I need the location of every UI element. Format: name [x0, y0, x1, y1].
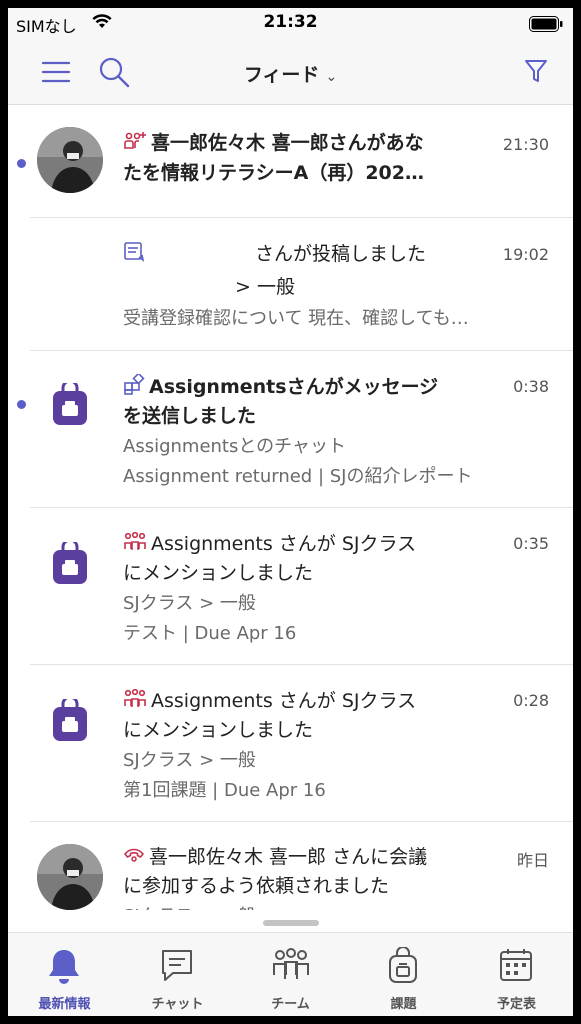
feed-title-dropdown[interactable]: フィード ⌄: [8, 60, 573, 87]
feed-item[interactable]: さんが投稿しました > 一般 受講登録確認について 現在、確認しても… 19:0…: [8, 218, 573, 351]
feed-item-title-cont: にメンションしました: [123, 719, 314, 741]
feed-item-preview: 第1回課題 | Due Apr 16: [123, 780, 326, 801]
assignments-app-icon: [52, 538, 88, 584]
app-frame: SIMなし 21:32 フィード ⌄ 喜一郎佐々木 喜一郎さんがあな たを情報リ…: [8, 8, 573, 1016]
battery-icon: [529, 16, 563, 36]
feed-item-time: 昨日: [516, 851, 549, 870]
tab-label: チーム: [271, 997, 310, 1012]
teams-icon: [273, 948, 309, 979]
feed-item[interactable]: Assignments さんが SJクラス にメンションしました SJクラス >…: [8, 665, 573, 822]
feed-item[interactable]: 喜一郎佐々木 喜一郎 さんに会議 に参加するよう依頼されました SJクラス > …: [8, 822, 573, 910]
feed-item-title: Assignments さんが SJクラス: [123, 686, 416, 714]
feed-item-title: Assignments さんが SJクラス: [123, 529, 416, 557]
feed-item-title-cont: たを情報リテラシーA（再）202…: [123, 162, 424, 184]
assignments-app-icon: [52, 379, 88, 425]
unread-dot: [17, 159, 26, 168]
tab-teams[interactable]: チーム: [234, 933, 347, 1016]
feed-item-time: 19:02: [502, 245, 549, 264]
feed-item[interactable]: 喜一郎佐々木 喜一郎さんがあな たを情報リテラシーA（再）202… 21:30: [8, 105, 573, 218]
filter-icon[interactable]: [518, 54, 554, 90]
drag-handle[interactable]: [263, 920, 319, 926]
feed-item-title: Assignmentsさんがメッセージ: [123, 372, 438, 401]
feed-item-time: 0:38: [513, 377, 549, 396]
feed-item-channel: > 一般: [235, 276, 295, 298]
team-mention-icon: [123, 131, 147, 156]
tab-label: 予定表: [496, 997, 536, 1012]
team-mention-icon: [123, 688, 147, 714]
tab-activity[interactable]: 最新情報: [8, 933, 121, 1016]
tab-bar: 最新情報 チャット チーム 課題 予定表: [8, 932, 573, 1016]
tab-label: 課題: [390, 997, 417, 1012]
feed-item-channel: SJクラス > 一般: [123, 593, 256, 614]
avatar: [37, 844, 103, 910]
feed-item-title: さんが投稿しました: [123, 239, 426, 268]
calendar-icon: [500, 949, 532, 981]
tab-assignments[interactable]: 課題: [347, 933, 460, 1016]
feed-item-time: 0:35: [513, 534, 549, 553]
feed-header: フィード ⌄: [8, 40, 573, 105]
feed-item-preview: Assignment returned | SJの紹介レポート: [123, 466, 473, 487]
feed-item[interactable]: Assignments さんが SJクラス にメンションしました SJクラス >…: [8, 508, 573, 665]
assignments-app-icon: [52, 695, 88, 741]
tab-label: 最新情報: [38, 997, 91, 1012]
team-mention-icon: [123, 531, 147, 557]
feed-item-source: Assignmentsとのチャット: [123, 436, 346, 457]
status-time: 21:32: [263, 12, 318, 32]
feed-item-title-cont: にメンションしました: [123, 562, 314, 584]
tab-label: チャット: [151, 997, 204, 1012]
feed-item-title-cont: を送信しました: [123, 405, 257, 427]
feed-item-title: 喜一郎佐々木 喜一郎 さんに会議: [123, 842, 427, 869]
feed-item-preview: テスト | Due Apr 16: [123, 623, 297, 644]
tab-calendar[interactable]: 予定表: [460, 933, 573, 1016]
post-reply-icon: [123, 241, 147, 268]
app-icon: [123, 372, 145, 401]
activity-feed: 喜一郎佐々木 喜一郎さんがあな たを情報リテラシーA（再）202… 21:30 …: [8, 105, 573, 910]
feed-item[interactable]: Assignmentsさんがメッセージ を送信しました Assignmentsと…: [8, 351, 573, 508]
feed-item-title: 喜一郎佐々木 喜一郎さんがあな: [123, 128, 424, 156]
chevron-down-icon: ⌄: [325, 69, 338, 85]
call-icon: [123, 846, 145, 869]
feed-item-channel: SJクラス > 一般: [123, 750, 256, 771]
feed-item-time: 21:30: [502, 135, 549, 154]
status-bar: SIMなし 21:32: [8, 8, 573, 40]
unread-dot: [17, 400, 26, 409]
feed-item-time: 0:28: [513, 691, 549, 710]
feed-item-channel: SJクラス > 一般: [123, 902, 256, 910]
avatar: [37, 127, 103, 193]
feed-item-title-cont: に参加するよう依頼されました: [123, 875, 390, 897]
bell-icon: [49, 950, 79, 984]
page-title: フィード: [243, 64, 320, 86]
tab-chat[interactable]: チャット: [121, 933, 234, 1016]
feed-item-preview: 受講登録確認について 現在、確認しても…: [123, 308, 469, 329]
chat-icon: [162, 950, 192, 981]
assignments-icon: [389, 947, 417, 983]
